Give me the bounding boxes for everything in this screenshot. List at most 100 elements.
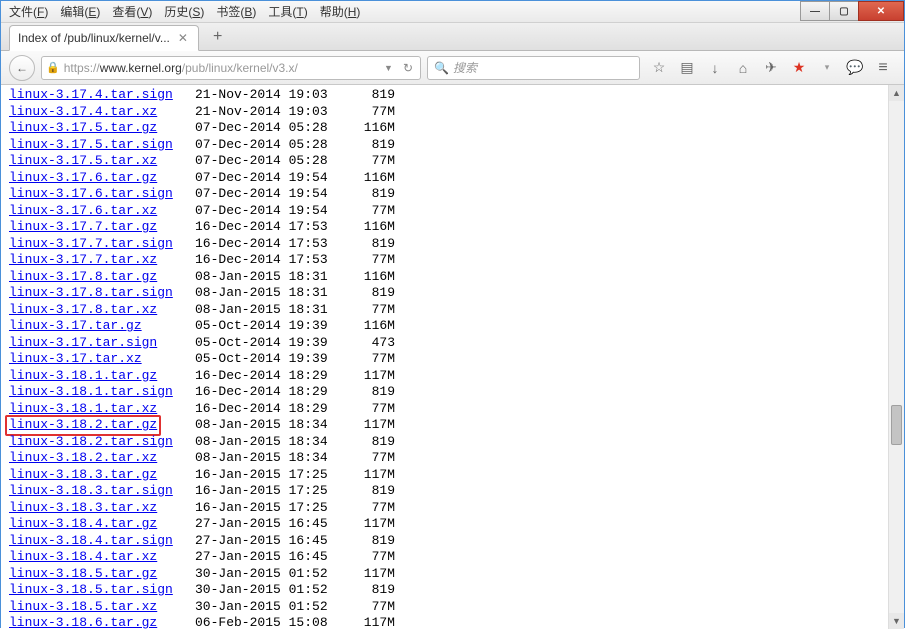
file-size: 77M xyxy=(345,302,395,319)
arrow-left-icon: ← xyxy=(16,61,28,75)
directory-listing: linux-3.17.4.tar.sign21-Nov-2014 19:0381… xyxy=(1,85,904,629)
list-item: linux-3.18.3.tar.xz16-Jan-2015 17:2577M xyxy=(9,500,896,517)
close-button[interactable]: ✕ xyxy=(858,1,904,21)
file-link[interactable]: linux-3.18.1.tar.gz xyxy=(9,368,157,383)
file-link[interactable]: linux-3.17.7.tar.gz xyxy=(9,219,157,234)
chat-icon[interactable]: 💬 xyxy=(846,59,864,76)
file-link[interactable]: linux-3.17.8.tar.sign xyxy=(9,285,173,300)
file-date: 21-Nov-2014 19:03 xyxy=(195,104,345,121)
file-link[interactable]: linux-3.17.4.tar.xz xyxy=(9,104,157,119)
tab-close-icon[interactable]: ✕ xyxy=(176,31,190,45)
file-link[interactable]: linux-3.17.5.tar.xz xyxy=(9,153,157,168)
file-link[interactable]: linux-3.17.8.tar.gz xyxy=(9,269,157,284)
file-link[interactable]: linux-3.17.7.tar.xz xyxy=(9,252,157,267)
file-date: 16-Jan-2015 17:25 xyxy=(195,500,345,517)
file-date: 27-Jan-2015 16:45 xyxy=(195,549,345,566)
list-item: linux-3.18.3.tar.gz 16-Jan-2015 17:25117M xyxy=(9,467,896,484)
file-size: 819 xyxy=(345,434,395,451)
send-icon[interactable]: ✈ xyxy=(762,59,780,76)
menu-item[interactable]: 文件(F) xyxy=(9,3,48,20)
vertical-scrollbar[interactable]: ▲ ▼ xyxy=(888,85,904,629)
file-date: 16-Jan-2015 17:25 xyxy=(195,467,345,484)
file-date: 30-Jan-2015 01:52 xyxy=(195,599,345,616)
home-icon[interactable]: ⌂ xyxy=(734,60,752,76)
file-link[interactable]: linux-3.18.5.tar.gz xyxy=(9,566,157,581)
file-size: 77M xyxy=(345,104,395,121)
minimize-button[interactable]: — xyxy=(800,1,830,21)
list-item: linux-3.18.2.tar.sign08-Jan-2015 18:3481… xyxy=(9,434,896,451)
menu-item[interactable]: 编辑(E) xyxy=(60,3,100,20)
search-placeholder: 搜索 xyxy=(453,59,477,76)
file-link[interactable]: linux-3.18.5.tar.xz xyxy=(9,599,157,614)
file-link[interactable]: linux-3.18.3.tar.sign xyxy=(9,483,173,498)
file-link[interactable]: linux-3.18.2.tar.gz xyxy=(5,415,161,436)
new-tab-button[interactable]: + xyxy=(205,24,230,50)
file-size: 819 xyxy=(345,483,395,500)
list-item: linux-3.17.8.tar.xz08-Jan-2015 18:3177M xyxy=(9,302,896,319)
file-link[interactable]: linux-3.17.tar.gz xyxy=(9,318,142,333)
list-item: linux-3.17.5.tar.xz07-Dec-2014 05:2877M xyxy=(9,153,896,170)
menu-item[interactable]: 帮助(H) xyxy=(320,3,361,20)
favorites-dropdown-icon[interactable]: ▾ xyxy=(818,62,836,73)
file-link[interactable]: linux-3.17.7.tar.sign xyxy=(9,236,173,251)
list-item: linux-3.18.4.tar.gz27-Jan-2015 16:45117M xyxy=(9,516,896,533)
file-link[interactable]: linux-3.17.6.tar.sign xyxy=(9,186,173,201)
file-link[interactable]: linux-3.17.6.tar.gz xyxy=(9,170,157,185)
file-link[interactable]: linux-3.17.8.tar.xz xyxy=(9,302,157,317)
file-link[interactable]: linux-3.18.4.tar.sign xyxy=(9,533,173,548)
file-link[interactable]: linux-3.18.2.tar.xz xyxy=(9,450,157,465)
file-link[interactable]: linux-3.18.3.tar.xz xyxy=(9,500,157,515)
file-date: 21-Nov-2014 19:03 xyxy=(195,87,345,104)
file-link[interactable]: linux-3.17.tar.sign xyxy=(9,335,157,350)
file-date: 05-Oct-2014 19:39 xyxy=(195,318,345,335)
downloads-icon[interactable]: ↓ xyxy=(706,60,724,76)
file-size: 117M xyxy=(345,467,395,484)
menu-item[interactable]: 书签(B) xyxy=(216,3,256,20)
lock-icon: 🔒 xyxy=(46,61,60,74)
file-link[interactable]: linux-3.18.1.tar.sign xyxy=(9,384,173,399)
bookmark-star-icon[interactable]: ☆ xyxy=(650,59,668,76)
file-link[interactable]: linux-3.17.5.tar.gz xyxy=(9,120,157,135)
file-link[interactable]: linux-3.17.5.tar.sign xyxy=(9,137,173,152)
menu-item[interactable]: 历史(S) xyxy=(164,3,204,20)
maximize-button[interactable]: ▢ xyxy=(829,1,859,21)
url-bar[interactable]: 🔒 https://www.kernel.org/pub/linux/kerne… xyxy=(41,56,421,80)
tab-active[interactable]: Index of /pub/linux/kernel/v... ✕ xyxy=(9,25,199,51)
menu-item[interactable]: 查看(V) xyxy=(112,3,152,20)
search-icon: 🔍 xyxy=(434,61,449,75)
file-size: 473 xyxy=(345,335,395,352)
reader-icon[interactable]: ▤ xyxy=(678,59,696,76)
file-link[interactable]: linux-3.18.5.tar.sign xyxy=(9,582,173,597)
list-item: linux-3.17.7.tar.xz16-Dec-2014 17:5377M xyxy=(9,252,896,269)
url-dropdown-icon[interactable]: ▼ xyxy=(381,63,396,73)
tab-title: Index of /pub/linux/kernel/v... xyxy=(18,31,170,45)
file-date: 16-Dec-2014 18:29 xyxy=(195,401,345,418)
scroll-thumb[interactable] xyxy=(891,405,902,445)
favorites-star-icon[interactable]: ★ xyxy=(790,59,808,76)
list-item: linux-3.17.8.tar.gz08-Jan-2015 18:31116M xyxy=(9,269,896,286)
file-date: 05-Oct-2014 19:39 xyxy=(195,335,345,352)
reload-icon[interactable]: ↻ xyxy=(400,61,416,75)
list-item: linux-3.18.1.tar.gz16-Dec-2014 18:29117M xyxy=(9,368,896,385)
menu-hamburger-icon[interactable]: ≡ xyxy=(874,59,892,77)
file-link[interactable]: linux-3.18.6.tar.gz xyxy=(9,615,157,629)
scroll-down-arrow-icon[interactable]: ▼ xyxy=(889,613,904,629)
scroll-up-arrow-icon[interactable]: ▲ xyxy=(889,85,904,101)
file-link[interactable]: linux-3.17.tar.xz xyxy=(9,351,142,366)
file-link[interactable]: linux-3.18.2.tar.sign xyxy=(9,434,173,449)
file-link[interactable]: linux-3.18.1.tar.xz xyxy=(9,401,157,416)
menu-item[interactable]: 工具(T) xyxy=(268,3,307,20)
back-button[interactable]: ← xyxy=(9,55,35,81)
file-date: 16-Dec-2014 17:53 xyxy=(195,236,345,253)
list-item: linux-3.17.8.tar.sign08-Jan-2015 18:3181… xyxy=(9,285,896,302)
file-link[interactable]: linux-3.18.3.tar.gz xyxy=(9,467,157,482)
file-link[interactable]: linux-3.17.4.tar.sign xyxy=(9,87,173,102)
search-bar[interactable]: 🔍 搜索 xyxy=(427,56,640,80)
file-date: 08-Jan-2015 18:34 xyxy=(195,450,345,467)
file-link[interactable]: linux-3.17.6.tar.xz xyxy=(9,203,157,218)
file-link[interactable]: linux-3.18.4.tar.gz xyxy=(9,516,157,531)
file-size: 819 xyxy=(345,87,395,104)
content-area: linux-3.17.4.tar.sign21-Nov-2014 19:0381… xyxy=(1,85,904,629)
file-link[interactable]: linux-3.18.4.tar.xz xyxy=(9,549,157,564)
file-size: 819 xyxy=(345,582,395,599)
